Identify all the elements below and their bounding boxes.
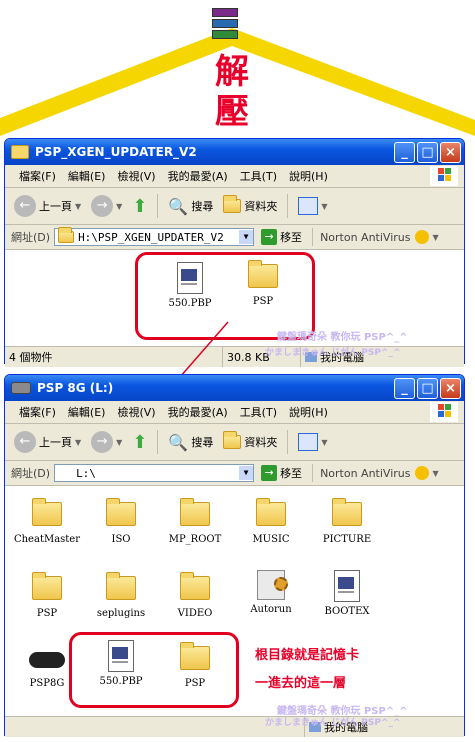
forward-arrow-icon: → bbox=[91, 431, 114, 453]
minimize-button[interactable]: _ bbox=[394, 377, 415, 399]
up-folder-button[interactable]: ⬆ bbox=[129, 432, 150, 453]
address-value: L:\ bbox=[76, 466, 96, 480]
folder-item[interactable]: MUSIC bbox=[231, 498, 311, 545]
address-label: 網址(D) bbox=[11, 467, 51, 480]
file-view: CheatMaster ISO MP_ROOT MUSIC PICTURE PS… bbox=[5, 486, 464, 717]
window-title: PSP 8G (L:) bbox=[37, 381, 114, 395]
file-label: BOOTEX bbox=[324, 606, 370, 617]
autorun-file-icon bbox=[257, 570, 288, 600]
folder-icon bbox=[180, 572, 210, 600]
folder-item[interactable]: PSP bbox=[7, 572, 87, 619]
folder-item[interactable]: MP_ROOT bbox=[155, 498, 235, 545]
back-button[interactable]: ← 上一頁 ▼ bbox=[11, 431, 84, 453]
titlebar[interactable]: PSP 8G (L:) _ □ × bbox=[5, 375, 464, 401]
views-button[interactable]: ▼ bbox=[295, 433, 330, 451]
folders-icon bbox=[223, 431, 242, 449]
menu-tools[interactable]: 工具(T) bbox=[234, 404, 283, 420]
folder-icon bbox=[32, 498, 62, 526]
menu-file[interactable]: 檔案(F) bbox=[13, 404, 62, 420]
bootex-file-icon bbox=[334, 570, 360, 602]
folder-label: seplugins bbox=[96, 608, 146, 619]
psp-device-icon bbox=[29, 652, 65, 668]
explorer-window-memory-card: PSP 8G (L:) _ □ × 檔案(F) 編輯(E) 檢視(V) 我的最愛… bbox=[4, 374, 465, 737]
status-bar: 我的電腦 かましまきゅん じがん PSP^_^ bbox=[5, 716, 464, 737]
folder-icon bbox=[32, 572, 62, 600]
annotation-line-1: 根目錄就是記憶卡 bbox=[255, 648, 360, 663]
folder-label: VIDEO bbox=[177, 608, 213, 619]
folder-label: MUSIC bbox=[252, 534, 290, 545]
go-arrow-icon: → bbox=[261, 465, 278, 481]
address-input[interactable]: L:\ ▼ bbox=[54, 464, 255, 482]
folder-label: PSP bbox=[36, 608, 58, 619]
go-button[interactable]: → 移至 bbox=[258, 465, 305, 481]
go-label: 移至 bbox=[280, 467, 303, 480]
highlight-box bbox=[69, 632, 239, 708]
drive-icon bbox=[58, 470, 72, 477]
menu-bar: 檔案(F) 編輯(E) 檢視(V) 我的最愛(A) 工具(T) 說明(H) bbox=[5, 401, 464, 424]
folders-label: 資料夾 bbox=[244, 436, 278, 449]
search-button[interactable]: 🔍 搜尋 bbox=[165, 433, 216, 452]
maximize-button[interactable]: □ bbox=[417, 377, 438, 399]
status-cell-empty bbox=[5, 717, 305, 737]
search-label: 搜尋 bbox=[191, 436, 214, 449]
back-arrow-icon: ← bbox=[14, 431, 36, 453]
norton-label: Norton AntiVirus bbox=[320, 466, 411, 480]
dropdown-icon[interactable]: ▼ bbox=[239, 466, 254, 480]
folder-label: CheatMaster bbox=[13, 534, 81, 545]
folder-item[interactable]: ISO bbox=[81, 498, 161, 545]
folder-label: ISO bbox=[111, 534, 131, 545]
file-item[interactable]: BOOTEX bbox=[307, 570, 387, 617]
close-button[interactable]: × bbox=[440, 377, 461, 399]
back-label: 上一頁 bbox=[39, 436, 72, 449]
menu-edit[interactable]: 編輯(E) bbox=[62, 404, 112, 420]
folder-item[interactable]: VIDEO bbox=[155, 572, 235, 619]
search-icon: 🔍 bbox=[168, 432, 189, 452]
folder-item[interactable]: CheatMaster bbox=[7, 498, 87, 545]
menu-view[interactable]: 檢視(V) bbox=[111, 404, 161, 420]
up-folder-icon: ⬆ bbox=[132, 431, 148, 453]
folder-item[interactable]: seplugins bbox=[81, 572, 161, 619]
views-icon bbox=[298, 433, 319, 451]
folders-button[interactable]: 資料夾 bbox=[220, 431, 280, 450]
menu-favorites[interactable]: 我的最愛(A) bbox=[162, 404, 234, 420]
folder-icon bbox=[180, 498, 210, 526]
file-label: Autorun bbox=[250, 604, 292, 615]
folder-label: PICTURE bbox=[322, 534, 372, 545]
watermark: かましまきゅん じがん PSP^_^ bbox=[265, 718, 401, 728]
toolbar: ← 上一頁 ▼ → ▼ ⬆ 🔍 搜尋 資料夾 ▼ bbox=[5, 424, 464, 461]
forward-button[interactable]: → ▼ bbox=[88, 431, 125, 453]
folder-label: MP_ROOT bbox=[168, 534, 222, 545]
file-item[interactable]: Autorun bbox=[231, 570, 311, 615]
address-bar: 網址(D) L:\ ▼ → 移至 Norton AntiVirus ▼ bbox=[5, 461, 464, 486]
folder-icon bbox=[106, 572, 136, 600]
annotation-line-2: 一進去的這一層 bbox=[255, 676, 347, 691]
menu-help[interactable]: 說明(H) bbox=[283, 404, 334, 420]
windows-logo-icon bbox=[430, 402, 458, 422]
folder-icon bbox=[106, 498, 136, 526]
norton-icon[interactable] bbox=[414, 466, 429, 480]
folder-icon bbox=[256, 498, 286, 526]
folder-icon bbox=[332, 498, 362, 526]
drive-icon bbox=[11, 382, 31, 394]
folder-item[interactable]: PICTURE bbox=[307, 498, 387, 545]
